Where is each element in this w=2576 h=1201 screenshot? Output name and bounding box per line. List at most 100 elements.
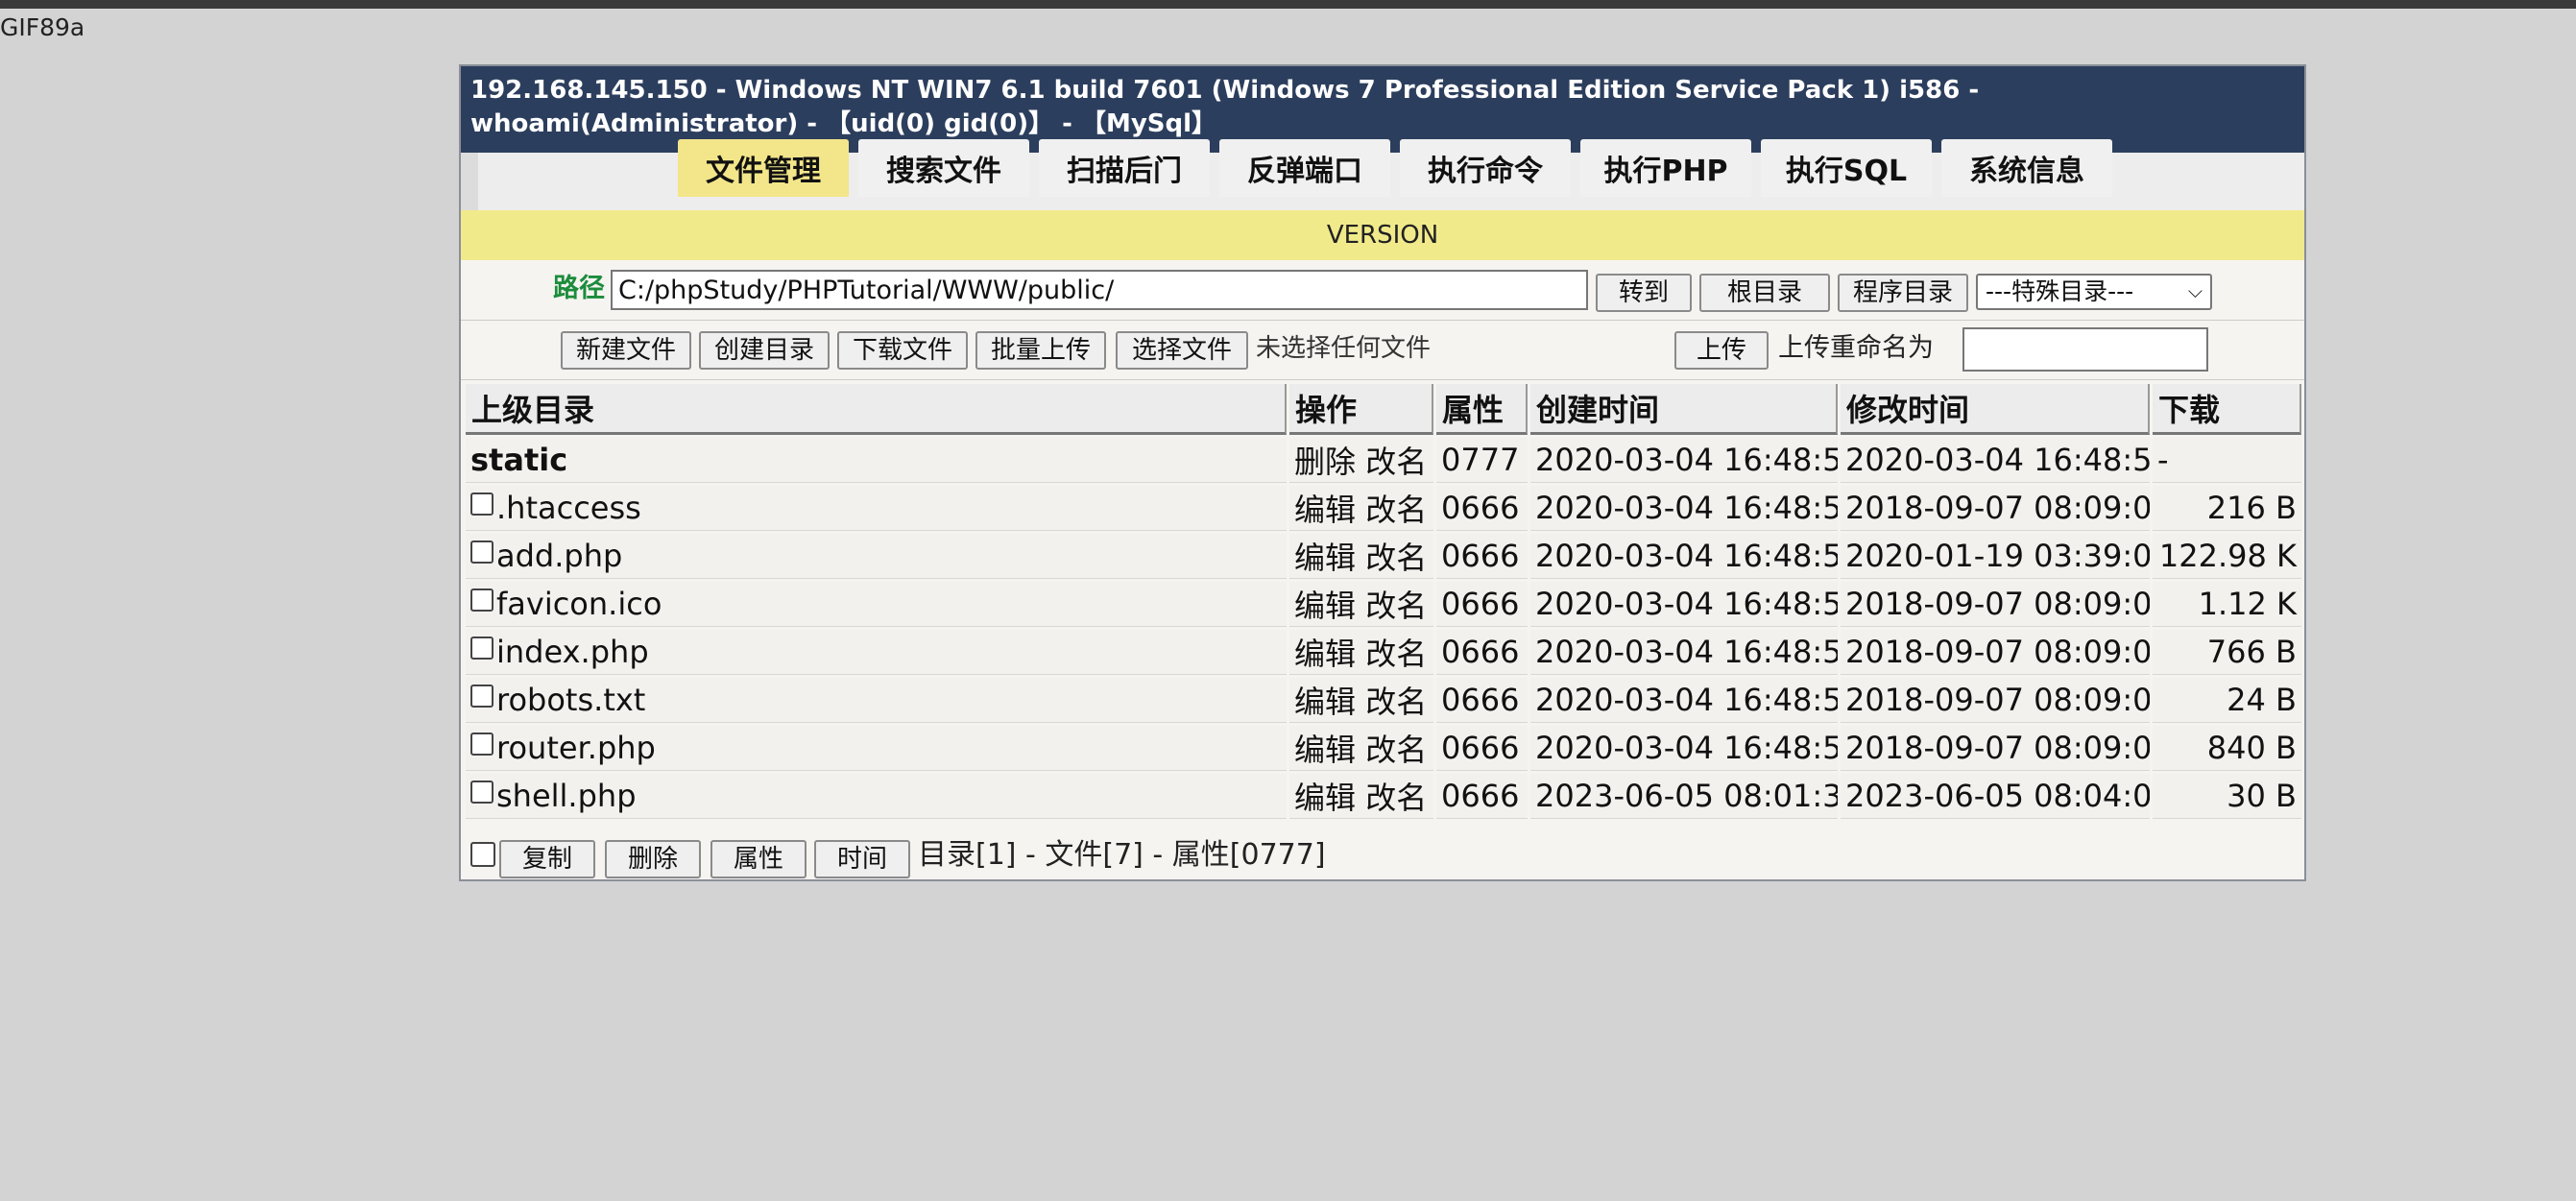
- batch-upload-button[interactable]: 批量上传: [975, 331, 1106, 370]
- file-name-link[interactable]: index.php: [496, 634, 649, 670]
- file-checkbox[interactable]: [470, 492, 494, 516]
- create-dir-button[interactable]: 创建目录: [699, 331, 830, 370]
- created-time-cell: 2020-03-04 16:48:51: [1530, 486, 1838, 531]
- tab-system-info[interactable]: 系统信息: [1941, 139, 2112, 197]
- version-bar: VERSION: [461, 210, 2304, 260]
- permission-link[interactable]: 0666: [1436, 534, 1528, 579]
- operation-cell: 编辑 改名: [1289, 774, 1433, 819]
- file-name-cell: index.php: [466, 630, 1287, 675]
- root-dir-button[interactable]: 根目录: [1699, 274, 1830, 312]
- download-size-link[interactable]: 24 B: [2153, 678, 2301, 723]
- created-time-cell: 2020-03-04 16:48:51: [1530, 630, 1838, 675]
- rename-link[interactable]: 改名: [1365, 780, 1427, 816]
- modified-time-link[interactable]: 2018-09-07 08:09:00: [1841, 582, 2150, 627]
- edit-link[interactable]: 编辑: [1294, 684, 1356, 720]
- file-name-link[interactable]: add.php: [496, 538, 622, 574]
- file-name-cell: .htaccess: [466, 486, 1287, 531]
- select-all-checkbox[interactable]: [470, 842, 495, 867]
- modified-time-link[interactable]: 2023-06-05 08:04:02: [1841, 774, 2150, 819]
- operation-cell: 编辑 改名: [1289, 630, 1433, 675]
- permission-link[interactable]: 0777: [1436, 438, 1528, 483]
- edit-link[interactable]: 编辑: [1294, 588, 1356, 624]
- modified-time-link[interactable]: 2020-03-04 16:48:52: [1841, 438, 2150, 483]
- path-input[interactable]: [611, 270, 1588, 310]
- upload-button[interactable]: 上传: [1674, 331, 1769, 370]
- tab-scan-backdoor[interactable]: 扫描后门: [1039, 139, 1210, 197]
- go-button[interactable]: 转到: [1596, 274, 1692, 312]
- webshell-panel: 192.168.145.150 - Windows NT WIN7 6.1 bu…: [459, 64, 2306, 881]
- edit-link[interactable]: 编辑: [1294, 636, 1356, 672]
- file-checkbox[interactable]: [470, 637, 494, 660]
- modified-time-header: 修改时间: [1841, 384, 2150, 435]
- rename-link[interactable]: 改名: [1365, 444, 1427, 480]
- download-size-link[interactable]: 766 B: [2153, 630, 2301, 675]
- upload-rename-input[interactable]: [1962, 327, 2208, 372]
- tab-exec-php[interactable]: 执行PHP: [1580, 139, 1751, 197]
- time-button[interactable]: 时间: [814, 840, 910, 878]
- tab-reverse-port[interactable]: 反弹端口: [1219, 139, 1390, 197]
- file-name-link[interactable]: robots.txt: [496, 682, 645, 718]
- modified-time-link[interactable]: 2018-09-07 08:09:00: [1841, 726, 2150, 771]
- special-dir-select[interactable]: ---特殊目录--- ⌵: [1976, 274, 2212, 310]
- file-table: 上级目录 操作 属性 创建时间 修改时间 下载 static 删除 改名 077…: [463, 381, 2304, 822]
- parent-dir-header[interactable]: 上级目录: [466, 384, 1287, 435]
- file-checkbox[interactable]: [470, 781, 494, 804]
- delete-link[interactable]: 删除: [1294, 444, 1356, 480]
- created-time-cell: 2020-03-04 16:48:52: [1530, 438, 1838, 483]
- attribute-header: 属性: [1436, 384, 1528, 435]
- chevron-down-icon: ⌵: [2187, 279, 2203, 302]
- file-checkbox[interactable]: [470, 733, 494, 756]
- file-checkbox[interactable]: [470, 685, 494, 708]
- rename-link[interactable]: 改名: [1365, 636, 1427, 672]
- permission-link[interactable]: 0666: [1436, 486, 1528, 531]
- attributes-button[interactable]: 属性: [710, 840, 807, 878]
- file-name-link[interactable]: shell.php: [496, 778, 637, 814]
- download-size-link[interactable]: 1.12 K: [2153, 582, 2301, 627]
- browser-top-bar: [0, 0, 2576, 9]
- rename-link[interactable]: 改名: [1365, 684, 1427, 720]
- file-name-link[interactable]: router.php: [496, 730, 656, 766]
- permission-link[interactable]: 0666: [1436, 774, 1528, 819]
- copy-button[interactable]: 复制: [499, 840, 595, 878]
- rename-link[interactable]: 改名: [1365, 492, 1427, 528]
- rename-link[interactable]: 改名: [1365, 540, 1427, 576]
- dir-name-link[interactable]: static: [466, 438, 1287, 483]
- operation-header: 操作: [1289, 384, 1433, 435]
- edit-link[interactable]: 编辑: [1294, 540, 1356, 576]
- program-dir-button[interactable]: 程序目录: [1838, 274, 1968, 312]
- created-time-cell: 2020-03-04 16:48:51: [1530, 678, 1838, 723]
- modified-time-link[interactable]: 2020-01-19 03:39:03: [1841, 534, 2150, 579]
- permission-link[interactable]: 0666: [1436, 630, 1528, 675]
- permission-link[interactable]: 0666: [1436, 726, 1528, 771]
- created-time-cell: 2020-03-04 16:48:51: [1530, 726, 1838, 771]
- tab-search-files[interactable]: 搜索文件: [858, 139, 1029, 197]
- rename-link[interactable]: 改名: [1365, 732, 1427, 768]
- download-size-link[interactable]: 840 B: [2153, 726, 2301, 771]
- tab-file-manager[interactable]: 文件管理: [678, 139, 849, 197]
- file-name-link[interactable]: .htaccess: [496, 490, 641, 526]
- permission-link[interactable]: 0666: [1436, 582, 1528, 627]
- edit-link[interactable]: 编辑: [1294, 780, 1356, 816]
- file-checkbox[interactable]: [470, 540, 494, 564]
- permission-link[interactable]: 0666: [1436, 678, 1528, 723]
- modified-time-link[interactable]: 2018-09-07 08:09:00: [1841, 678, 2150, 723]
- new-file-button[interactable]: 新建文件: [561, 331, 691, 370]
- choose-file-button[interactable]: 选择文件: [1116, 331, 1248, 370]
- file-checkbox[interactable]: [470, 588, 494, 612]
- table-row: robots.txt 编辑 改名 0666 2020-03-04 16:48:5…: [466, 678, 2301, 723]
- modified-time-link[interactable]: 2018-09-07 08:09:00: [1841, 630, 2150, 675]
- download-size-link[interactable]: 30 B: [2153, 774, 2301, 819]
- edit-link[interactable]: 编辑: [1294, 732, 1356, 768]
- edit-link[interactable]: 编辑: [1294, 492, 1356, 528]
- delete-button[interactable]: 删除: [605, 840, 701, 878]
- download-size-link[interactable]: 216 B: [2153, 486, 2301, 531]
- bulk-action-row: 复制 删除 属性 时间 目录[1] - 文件[7] - 属性[0777]: [461, 827, 2304, 880]
- tab-exec-command[interactable]: 执行命令: [1400, 139, 1571, 197]
- file-name-link[interactable]: favicon.ico: [496, 586, 662, 622]
- modified-time-link[interactable]: 2018-09-07 08:09:00: [1841, 486, 2150, 531]
- download-file-button[interactable]: 下载文件: [837, 331, 968, 370]
- download-size-link[interactable]: 122.98 K: [2153, 534, 2301, 579]
- tab-exec-sql[interactable]: 执行SQL: [1761, 139, 1932, 197]
- rename-link[interactable]: 改名: [1365, 588, 1427, 624]
- table-row: add.php 编辑 改名 0666 2020-03-04 16:48:51 2…: [466, 534, 2301, 579]
